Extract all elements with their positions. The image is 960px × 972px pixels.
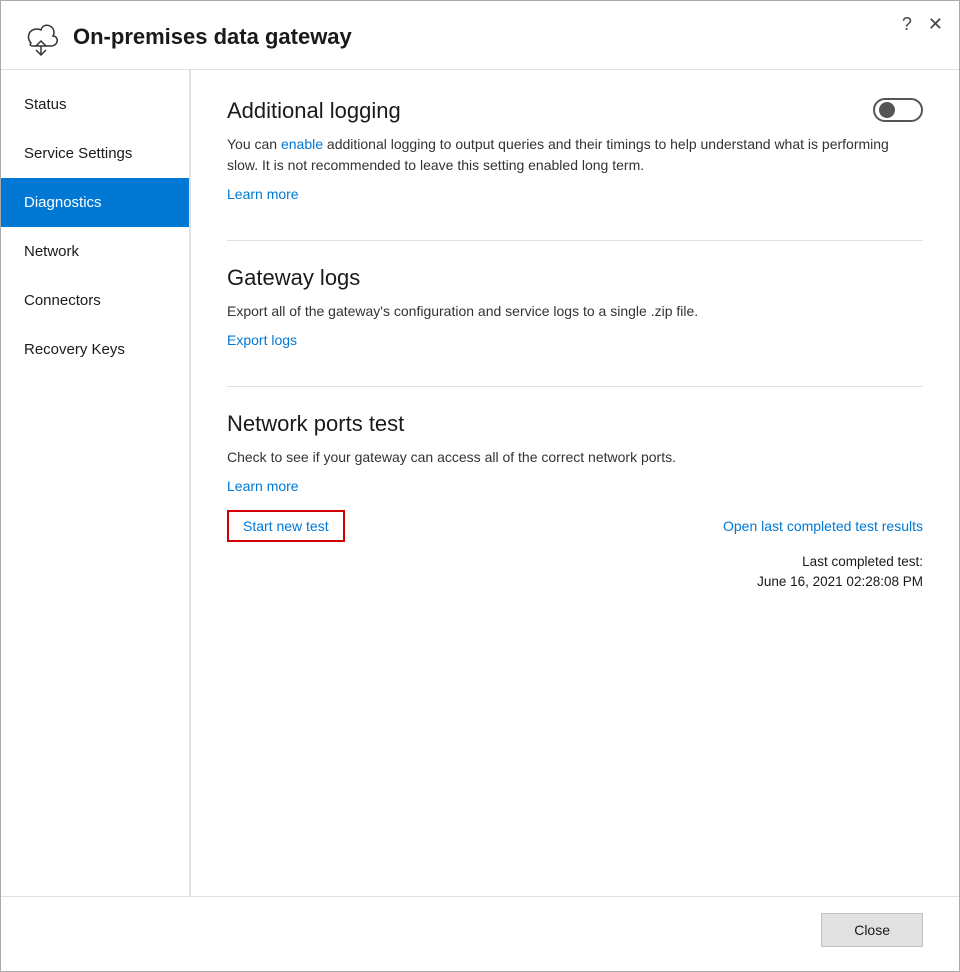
export-logs-link[interactable]: Export logs <box>227 332 297 348</box>
main-content: Additional logging You can enable additi… <box>191 70 959 896</box>
gateway-logs-title: Gateway logs <box>227 265 923 291</box>
app-icon <box>21 17 61 57</box>
network-ports-test-desc: Check to see if your gateway can access … <box>227 447 923 468</box>
sidebar-item-connectors[interactable]: Connectors <box>1 276 189 325</box>
sidebar-item-service-settings[interactable]: Service Settings <box>1 129 189 178</box>
network-ports-test-title: Network ports test <box>227 411 923 437</box>
help-button[interactable]: ? <box>902 15 912 33</box>
last-test-date: June 16, 2021 02:28:08 PM <box>227 572 923 592</box>
divider-2 <box>227 386 923 387</box>
network-test-actions: Start new test Open last completed test … <box>227 510 923 593</box>
additional-logging-header: Additional logging <box>227 98 923 134</box>
sidebar-item-network[interactable]: Network <box>1 227 189 276</box>
sidebar-item-recovery-keys[interactable]: Recovery Keys <box>1 325 189 374</box>
main-window: On-premises data gateway ? ✕ Status Serv… <box>0 0 960 972</box>
window-controls: ? ✕ <box>902 15 943 33</box>
close-window-button[interactable]: ✕ <box>928 15 943 33</box>
app-title: On-premises data gateway <box>73 24 352 50</box>
gateway-logs-section: Gateway logs Export all of the gateway's… <box>227 265 923 350</box>
toggle-knob <box>879 102 895 118</box>
gateway-logs-desc: Export all of the gateway's configuratio… <box>227 301 923 322</box>
additional-logging-title-container: Additional logging <box>227 98 873 134</box>
sidebar: Status Service Settings Diagnostics Netw… <box>1 70 191 896</box>
last-test-label: Last completed test: <box>227 552 923 572</box>
highlight-enable: enable <box>281 136 323 152</box>
divider-1 <box>227 240 923 241</box>
open-results-link[interactable]: Open last completed test results <box>723 518 923 534</box>
network-ports-test-section: Network ports test Check to see if your … <box>227 411 923 593</box>
sidebar-item-status[interactable]: Status <box>1 80 189 129</box>
sidebar-item-diagnostics[interactable]: Diagnostics <box>1 178 189 227</box>
additional-logging-toggle[interactable] <box>873 98 923 122</box>
start-new-test-link[interactable]: Start new test <box>227 510 345 542</box>
footer: Close <box>1 896 959 971</box>
last-test-info: Last completed test: June 16, 2021 02:28… <box>227 552 923 593</box>
content-area: Status Service Settings Diagnostics Netw… <box>1 70 959 896</box>
additional-logging-section: Additional logging You can enable additi… <box>227 98 923 204</box>
title-bar: On-premises data gateway ? ✕ <box>1 1 959 70</box>
additional-logging-learn-more[interactable]: Learn more <box>227 186 299 202</box>
network-ports-learn-more[interactable]: Learn more <box>227 478 299 494</box>
network-test-links-row: Start new test Open last completed test … <box>227 510 923 542</box>
additional-logging-title: Additional logging <box>227 98 873 124</box>
close-button[interactable]: Close <box>821 913 923 947</box>
additional-logging-desc: You can enable additional logging to out… <box>227 134 923 176</box>
